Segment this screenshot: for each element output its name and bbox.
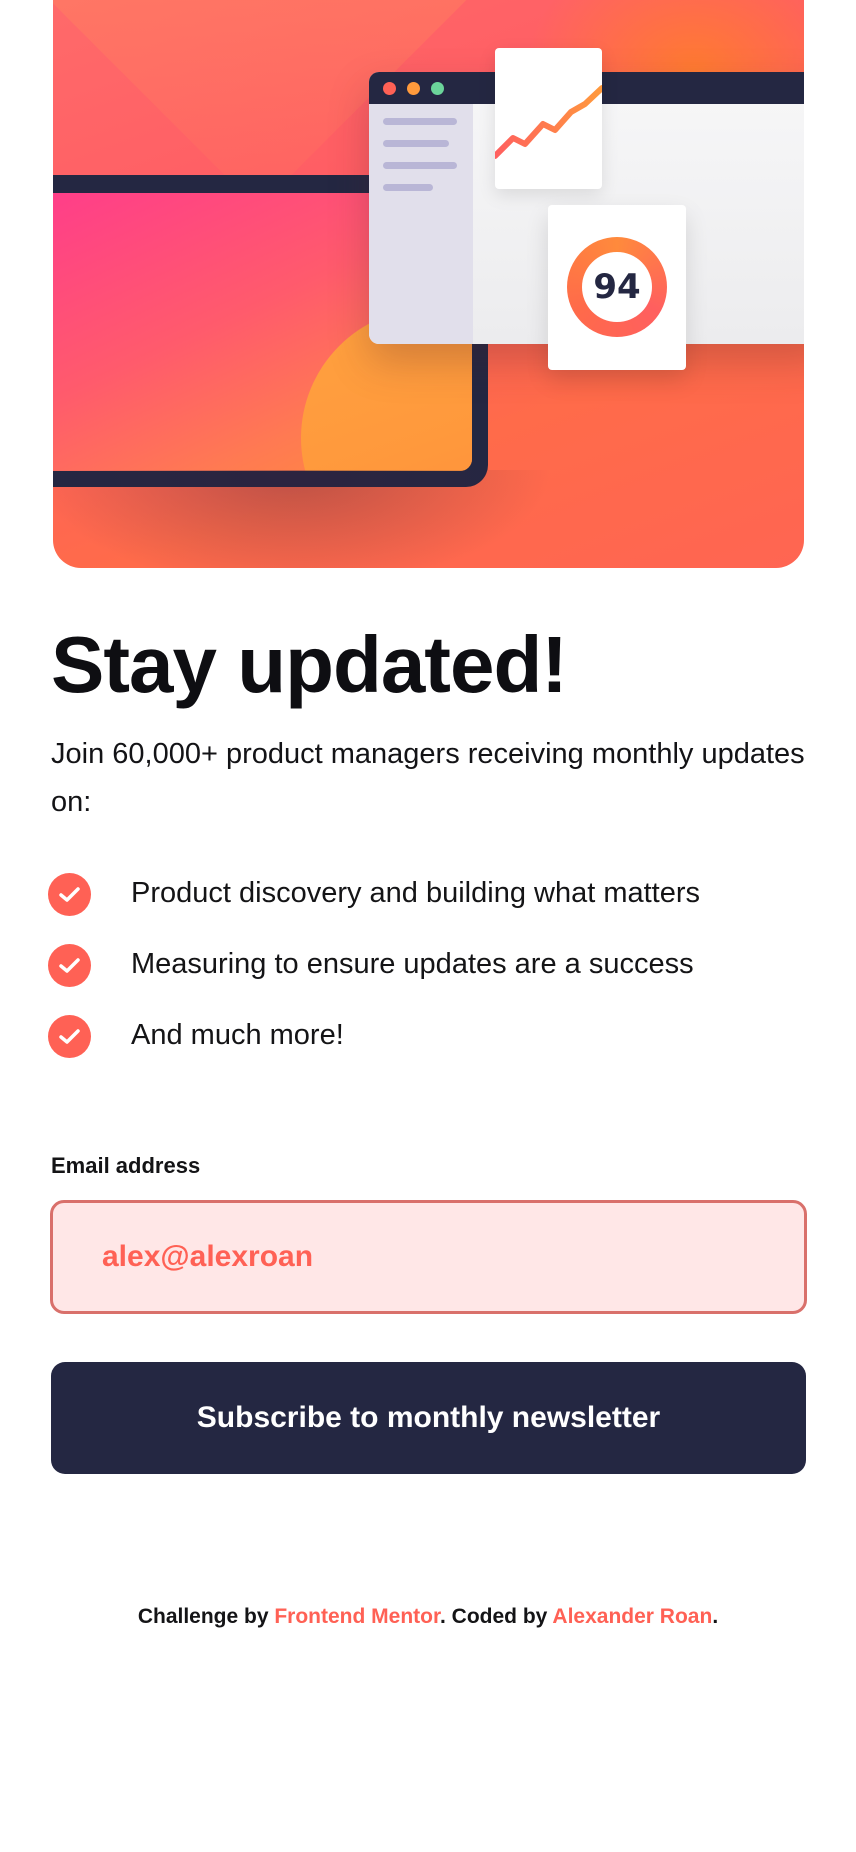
sidebar-line [383,140,449,147]
list-item: And much more! [48,1012,818,1083]
feature-text: Product discovery and building what matt… [131,877,701,909]
list-item: Measuring to ensure updates are a succes… [48,941,818,1012]
attribution-suffix: . [712,1605,719,1628]
hero-illustration: 94 [53,0,804,568]
window-dot-green [431,82,444,95]
page-title: Stay updated! [51,620,568,709]
email-label: Email address [51,1153,201,1178]
intro-text: Join 60,000+ product managers receiving … [51,738,805,818]
trend-line-icon [492,85,605,159]
score-value: 94 [582,252,652,322]
author-link[interactable]: Alexander Roan [552,1605,712,1628]
feature-text: And much more! [131,1019,344,1051]
window-dot-red [383,82,396,95]
check-icon [48,873,91,916]
attribution-prefix: Challenge by [137,1605,275,1628]
check-icon [48,1015,91,1058]
feature-list: Product discovery and building what matt… [48,870,818,1083]
check-icon [48,944,91,987]
hero-shadow [53,470,553,568]
browser-sidebar [369,104,473,344]
email-field[interactable] [50,1200,807,1314]
chart-card [492,48,605,189]
frontend-mentor-link[interactable]: Frontend Mentor [274,1605,440,1628]
list-item: Product discovery and building what matt… [48,870,818,941]
score-card: 94 [548,205,686,370]
sidebar-line [383,162,457,169]
subscribe-button[interactable]: Subscribe to monthly newsletter [51,1362,806,1474]
sidebar-line [383,184,433,191]
attribution-middle: . Coded by [440,1605,553,1628]
sidebar-line [383,118,457,125]
attribution: Challenge by Frontend Mentor. Coded by A… [0,1605,856,1629]
window-dot-orange [407,82,420,95]
score-ring: 94 [567,237,667,337]
feature-text: Measuring to ensure updates are a succes… [131,948,694,980]
